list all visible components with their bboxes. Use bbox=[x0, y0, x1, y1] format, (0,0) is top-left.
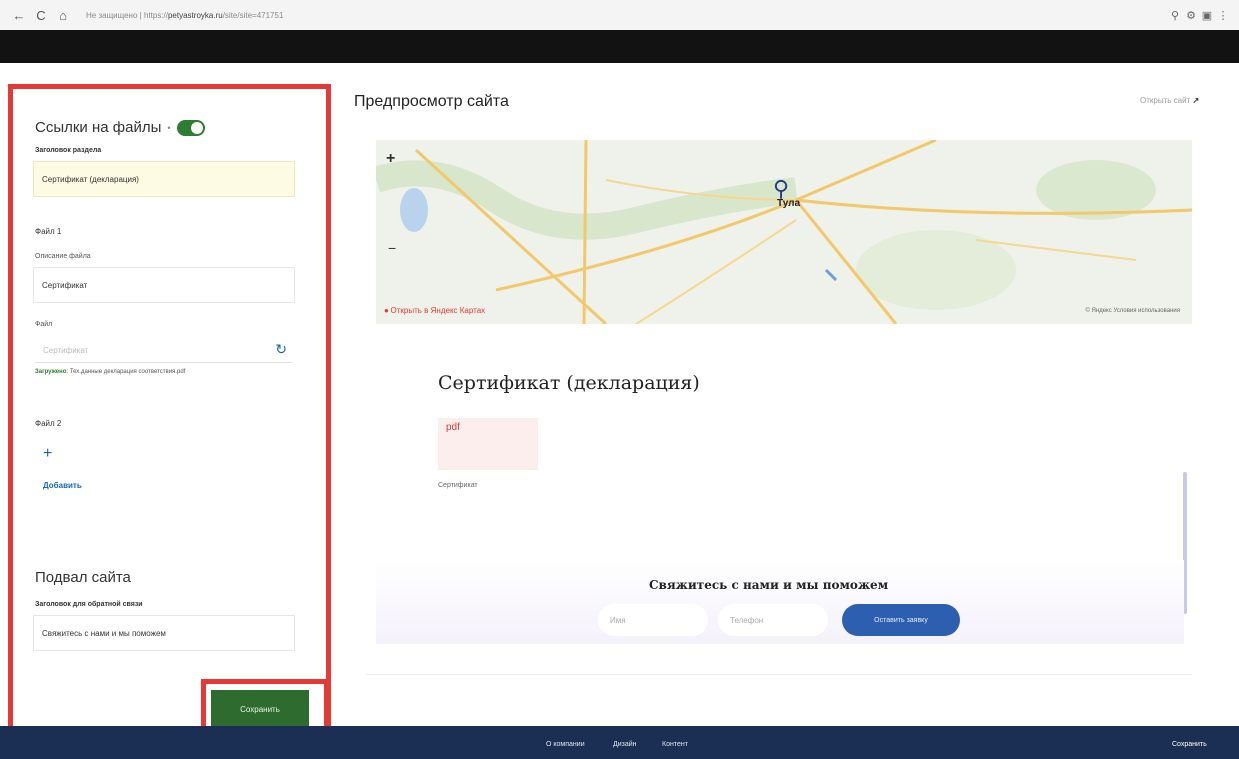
map-marker-icon: ● bbox=[384, 306, 389, 315]
bottom-link-design[interactable]: Дизайн bbox=[613, 741, 637, 748]
save-button[interactable]: Сохранить bbox=[211, 690, 309, 728]
map-copyright[interactable]: © Яндекс Условия использования bbox=[1085, 308, 1180, 314]
map-drawing bbox=[376, 140, 1192, 324]
preview-title: Предпросмотр сайта bbox=[354, 93, 509, 110]
contact-name-input[interactable]: Имя bbox=[598, 604, 708, 636]
bottom-save-button[interactable]: Сохранить bbox=[1172, 741, 1207, 748]
file1-label: Файл 1 bbox=[35, 227, 62, 236]
pdf-icon: pdf bbox=[446, 422, 460, 433]
upload-status: Загружено: Тех.данные декларация соответ… bbox=[35, 369, 186, 375]
footer-heading-input[interactable]: Свяжитесь с нами и мы поможем bbox=[33, 615, 295, 651]
map-city-label: Тула bbox=[777, 198, 801, 209]
settings-panel: Ссылки на файлы • Заголовок раздела Серт… bbox=[8, 84, 331, 744]
back-icon[interactable]: ← bbox=[8, 8, 30, 23]
pdf-file-card[interactable]: pdf bbox=[438, 418, 538, 470]
settings-icon[interactable]: ⚙ bbox=[1183, 9, 1199, 22]
external-link-icon: ↗ bbox=[1192, 96, 1200, 105]
footer-heading-label: Заголовок для обратной связи bbox=[35, 601, 143, 608]
bottom-link-company[interactable]: О компании bbox=[546, 741, 585, 748]
home-icon[interactable]: ⌂ bbox=[52, 8, 74, 23]
menu-icon[interactable]: ⋮ bbox=[1215, 9, 1231, 22]
address-bar[interactable]: Не защищено | https://petyastroyka.ru/si… bbox=[86, 11, 283, 20]
add-file-plus-icon[interactable]: + bbox=[43, 445, 52, 463]
certificate-heading: Сертификат (декларация) bbox=[438, 372, 700, 394]
replace-file-icon[interactable]: ↻ bbox=[275, 341, 287, 358]
preview-divider bbox=[366, 674, 1192, 675]
file-desc-input[interactable]: Сертификат bbox=[33, 267, 295, 303]
extensions-icon[interactable]: ▣ bbox=[1199, 9, 1215, 22]
file-input[interactable]: Сертификат ↻ bbox=[35, 339, 291, 363]
map-zoom-out-button[interactable]: − bbox=[388, 240, 396, 256]
section-heading-input[interactable]: Сертификат (декларация) bbox=[33, 161, 295, 197]
info-icon: • bbox=[167, 122, 171, 133]
bottom-link-content[interactable]: Контент bbox=[662, 741, 688, 748]
zoom-icon[interactable]: ⚲ bbox=[1167, 9, 1183, 22]
reload-icon[interactable]: C bbox=[30, 8, 52, 23]
app-root: ← C ⌂ Не защищено | https://petyastroyka… bbox=[0, 0, 1239, 759]
file-field-label: Файл bbox=[35, 321, 53, 328]
open-in-maps-link[interactable]: ● Открыть в Яндекс Картах bbox=[384, 306, 485, 315]
contact-submit-button[interactable]: Оставить заявку bbox=[842, 604, 960, 636]
map-widget[interactable]: + − ⚲ Тула ● Открыть в Яндекс Картах © Я… bbox=[376, 140, 1192, 324]
file2-label: Файл 2 bbox=[35, 419, 62, 428]
browser-toolbar: ← C ⌂ Не защищено | https://petyastroyka… bbox=[0, 0, 1239, 30]
file-desc-label: Описание файла bbox=[35, 253, 91, 260]
contact-heading: Свяжитесь с нами и мы поможем bbox=[649, 578, 889, 592]
files-toggle[interactable] bbox=[176, 119, 205, 136]
section-heading-label: Заголовок раздела bbox=[35, 147, 102, 154]
pdf-caption: Сертификат bbox=[438, 482, 478, 489]
footer-section-title: Подвал сайта bbox=[35, 569, 131, 586]
security-indicator: Не защищено bbox=[86, 10, 138, 20]
map-zoom-in-button[interactable]: + bbox=[386, 150, 395, 168]
files-section-title: Ссылки на файлы • bbox=[35, 119, 205, 136]
add-file-link[interactable]: Добавить bbox=[43, 481, 82, 490]
contact-phone-input[interactable]: Телефон bbox=[718, 604, 828, 636]
top-strip bbox=[0, 30, 1239, 63]
open-site-link[interactable]: Открыть сайт ↗ bbox=[1140, 96, 1199, 105]
domain-text: petyastroyka.ru bbox=[167, 10, 223, 20]
